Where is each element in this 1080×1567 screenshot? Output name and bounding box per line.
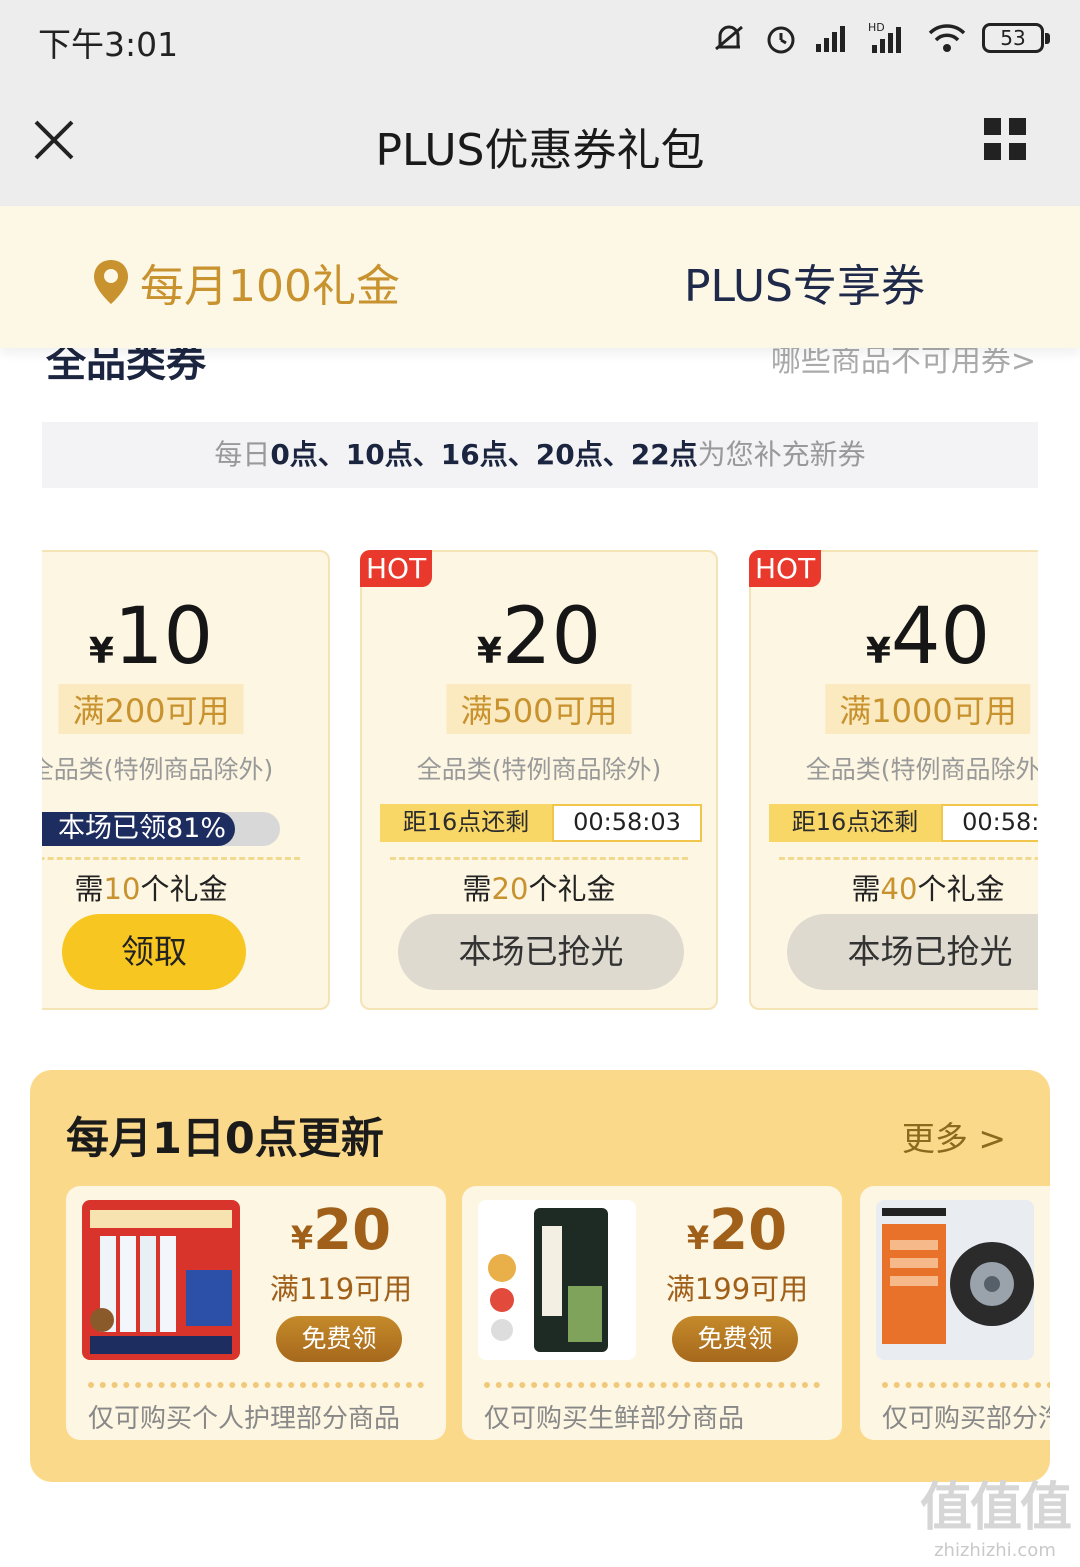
- monthly-coupon-price: ¥20: [290, 1198, 392, 1263]
- coupon-cost: 需20个礼金: [462, 872, 616, 906]
- status-time: 下午3:01: [38, 25, 179, 64]
- monthly-coupon-condition: 满199可用: [665, 1272, 809, 1306]
- sold-out-button[interactable]: 本场已抢光: [398, 914, 684, 990]
- wifi-icon: [928, 24, 966, 52]
- coupon-card: ¥10 满200可用 全品类(特例商品除外) 本场已领81% 需10个礼金 领取: [42, 550, 330, 1010]
- watermark: 值值值 zhizhizhi.com: [919, 1478, 1072, 1561]
- coupon-condition: 满500可用: [446, 684, 632, 734]
- divider: [88, 1382, 424, 1388]
- claim-progress: 本场已领81%: [42, 812, 280, 846]
- coupon-price: ¥10: [88, 592, 214, 682]
- rice-bag-product-image: [478, 1200, 636, 1360]
- section-header: 全品类券 哪些商品不可用券>: [0, 348, 1080, 390]
- coupon-price: ¥40: [865, 592, 991, 682]
- coupon-cost: 需40个礼金: [851, 872, 1005, 906]
- page-title: PLUS优惠券礼包: [375, 125, 705, 176]
- tab-plus-coupons[interactable]: PLUS专享券: [684, 250, 925, 314]
- location-pin-icon: [94, 260, 128, 304]
- tab-label: 每月100礼金: [140, 261, 400, 312]
- countdown-timer: 距16点还剩00:58:03: [769, 804, 1038, 842]
- monthly-coupon-note: 仅可购买部分汽: [882, 1404, 1050, 1434]
- monthly-coupons-section: 每月1日0点更新 更多 > ¥20 满119可用 免费领 仅可购买个人护理部分商…: [30, 1070, 1050, 1482]
- countdown-timer: 距16点还剩00:58:03: [380, 804, 702, 842]
- claim-progress-bar: 本场已领81%: [42, 812, 235, 846]
- hankook-tire-product-image: [876, 1200, 1034, 1360]
- free-claim-button[interactable]: 免费领: [672, 1316, 798, 1362]
- monthly-coupon-note: 仅可购买生鲜部分商品: [484, 1404, 745, 1434]
- divider: [882, 1382, 1050, 1388]
- divider: [390, 857, 688, 860]
- divider: [42, 857, 300, 860]
- grid-menu-icon[interactable]: [984, 118, 1028, 162]
- status-bar: 下午3:01 HD 53: [0, 0, 1080, 78]
- coupon-price: ¥20: [476, 592, 602, 682]
- battery-icon: 53: [982, 23, 1050, 53]
- toothpaste-product-image: [82, 1200, 240, 1360]
- mute-bell-icon: [715, 25, 743, 51]
- svg-text:HD: HD: [868, 21, 885, 34]
- monthly-title: 每月1日0点更新: [66, 1114, 384, 1164]
- tab-label: PLUS专享券: [684, 261, 925, 312]
- coupon-scope: 全品类(特例商品除外): [42, 755, 274, 784]
- status-icons: HD 53: [710, 18, 1050, 58]
- section-title: 全品类券: [46, 348, 206, 386]
- coupon-card: HOT ¥20 满500可用 全品类(特例商品除外) 距16点还剩 00:58:0…: [360, 550, 718, 1010]
- nav-bar: PLUS优惠券礼包: [0, 78, 1080, 206]
- sold-out-button[interactable]: 本场已抢光: [787, 914, 1038, 990]
- monthly-coupon-price: ¥20: [686, 1198, 788, 1263]
- monthly-coupon-card[interactable]: 仅可购买部分汽: [860, 1186, 1050, 1440]
- more-link[interactable]: 更多 >: [902, 1112, 1006, 1160]
- signal-hd-icon: HD: [868, 21, 901, 53]
- refill-notice: 每日0点、10点、16点、20点、22点为您补充新券: [42, 422, 1038, 488]
- monthly-coupon-card[interactable]: ¥20 满119可用 免费领 仅可购买个人护理部分商品: [66, 1186, 446, 1440]
- coupon-card: HOT ¥40 满1000可用 全品类(特例商品除外) 距16点还剩 00:58:…: [749, 550, 1038, 1010]
- coupon-carousel[interactable]: ¥10 满200可用 全品类(特例商品除外) 本场已领81% 需10个礼金 领取…: [42, 548, 1038, 1012]
- coupon-cost: 需10个礼金: [74, 872, 228, 906]
- coupon-condition: 满200可用: [58, 684, 244, 734]
- claim-button[interactable]: 领取: [62, 914, 246, 990]
- hot-badge: HOT: [749, 550, 822, 587]
- coupon-condition: 满1000可用: [825, 684, 1031, 734]
- excluded-products-link[interactable]: 哪些商品不可用券>: [771, 348, 1036, 380]
- coupon-scope: 全品类(特例商品除外): [805, 755, 1038, 784]
- divider: [779, 857, 1038, 860]
- monthly-coupon-note: 仅可购买个人护理部分商品: [88, 1404, 401, 1434]
- coupon-scope: 全品类(特例商品除外): [416, 755, 662, 784]
- alarm-icon: [767, 26, 795, 54]
- free-claim-button[interactable]: 免费领: [276, 1316, 402, 1362]
- tab-monthly-gift[interactable]: 每月100礼金: [92, 250, 400, 314]
- divider: [484, 1382, 820, 1388]
- hot-badge: HOT: [360, 550, 433, 587]
- tab-bar: 每月100礼金 PLUS专享券: [0, 206, 1080, 348]
- monthly-coupon-condition: 满119可用: [269, 1272, 413, 1306]
- monthly-coupon-card[interactable]: ¥20 满199可用 免费领 仅可购买生鲜部分商品: [462, 1186, 842, 1440]
- signal-icon: [816, 26, 845, 52]
